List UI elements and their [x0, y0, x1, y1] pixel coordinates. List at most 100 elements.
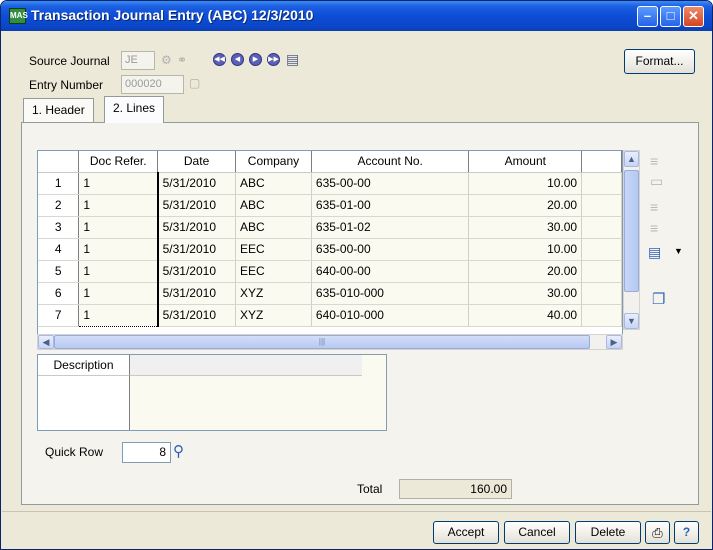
- doc-refer-cell[interactable]: 1: [78, 304, 159, 327]
- vertical-scroll-thumb[interactable]: [624, 170, 639, 292]
- first-record-icon[interactable]: ◀◀: [213, 53, 226, 66]
- doc-refer-cell[interactable]: 1: [78, 238, 159, 261]
- total-amount: 160.00: [399, 479, 512, 499]
- table-row[interactable]: 7 1 5/31/2010 XYZ 640-010-000 40.00: [38, 304, 622, 327]
- footer-separator: [2, 511, 711, 512]
- description-row-header: [38, 376, 130, 430]
- delete-row-icon: ▭: [650, 173, 664, 189]
- account-cell[interactable]: 640-010-000: [311, 304, 470, 327]
- accept-button[interactable]: Accept: [433, 521, 499, 544]
- amount-cell[interactable]: 30.00: [468, 216, 583, 239]
- column-header-company[interactable]: Company: [235, 151, 312, 173]
- date-cell[interactable]: 5/31/2010: [157, 216, 237, 239]
- amount-cell[interactable]: 20.00: [468, 194, 583, 217]
- doc-refer-cell[interactable]: 1: [78, 216, 159, 239]
- horizontal-scroll-thumb[interactable]: |||: [54, 335, 590, 349]
- table-row[interactable]: 5 1 5/31/2010 EEC 640-00-00 20.00: [38, 260, 622, 283]
- entry-lookup-icon: ▢: [189, 76, 201, 90]
- amount-cell[interactable]: 10.00: [468, 172, 583, 195]
- scroll-up-arrow-icon[interactable]: ▲: [624, 151, 639, 167]
- tab-header[interactable]: 1. Header: [23, 98, 94, 122]
- account-cell[interactable]: 635-01-00: [311, 194, 470, 217]
- description-header: Description: [38, 355, 130, 376]
- copy-icon[interactable]: ❐: [652, 290, 665, 308]
- table-row[interactable]: 3 1 5/31/2010 ABC 635-01-02 30.00: [38, 216, 622, 239]
- grid-vertical-scrollbar[interactable]: ▲ ▼: [623, 150, 640, 330]
- next-record-icon[interactable]: ▶: [249, 53, 262, 66]
- doc-refer-cell[interactable]: 1: [78, 260, 159, 283]
- lines-grid[interactable]: Doc Refer. Date Company Account No. Amou…: [37, 150, 623, 336]
- account-cell[interactable]: 635-010-000: [311, 282, 470, 305]
- scroll-left-arrow-icon[interactable]: ◀: [38, 335, 54, 349]
- date-cell[interactable]: 5/31/2010: [157, 238, 237, 261]
- quick-row-label: Quick Row: [45, 445, 104, 459]
- cancel-button[interactable]: Cancel: [504, 521, 570, 544]
- amount-cell[interactable]: 10.00: [468, 238, 583, 261]
- last-record-icon[interactable]: ▶▶: [267, 53, 280, 66]
- journal-search-icon: ⚭: [177, 53, 188, 67]
- company-cell[interactable]: XYZ: [235, 304, 312, 327]
- entry-number-field: 000020: [121, 75, 184, 94]
- account-cell[interactable]: 635-00-00: [311, 172, 470, 195]
- company-cell[interactable]: ABC: [235, 194, 312, 217]
- column-header-account-no[interactable]: Account No.: [311, 151, 470, 173]
- company-cell[interactable]: EEC: [235, 238, 312, 261]
- company-cell[interactable]: EEC: [235, 260, 312, 283]
- company-cell[interactable]: XYZ: [235, 282, 312, 305]
- date-cell[interactable]: 5/31/2010: [157, 172, 237, 195]
- table-row[interactable]: 6 1 5/31/2010 XYZ 635-010-000 30.00: [38, 282, 622, 305]
- total-label: Total: [357, 482, 383, 496]
- table-row[interactable]: 1 1 5/31/2010 ABC 635-00-00 10.00: [38, 172, 622, 195]
- help-icon[interactable]: ?: [674, 521, 699, 544]
- description-panel[interactable]: Description: [37, 354, 387, 431]
- row-number: 7: [38, 304, 80, 327]
- minimize-button[interactable]: –: [637, 6, 658, 27]
- chevron-down-icon[interactable]: ▼: [674, 246, 683, 256]
- account-cell[interactable]: 635-01-02: [311, 216, 470, 239]
- move-down-icon: ≡: [650, 220, 659, 236]
- extra-cell: [581, 216, 622, 239]
- delete-button[interactable]: Delete: [575, 521, 641, 544]
- column-header-amount[interactable]: Amount: [468, 151, 583, 173]
- print-icon[interactable]: ⎙: [645, 521, 670, 544]
- row-number: 4: [38, 238, 80, 261]
- scroll-down-arrow-icon[interactable]: ▼: [624, 313, 639, 329]
- amount-cell[interactable]: 20.00: [468, 260, 583, 283]
- doc-refer-cell[interactable]: 1: [78, 172, 159, 195]
- quick-row-input[interactable]: 8: [122, 442, 171, 463]
- window-title: Transaction Journal Entry (ABC) 12/3/201…: [31, 7, 314, 23]
- row-number: 2: [38, 194, 80, 217]
- company-cell[interactable]: ABC: [235, 172, 312, 195]
- table-row[interactable]: 4 1 5/31/2010 EEC 635-00-00 10.00: [38, 238, 622, 261]
- extra-cell: [581, 194, 622, 217]
- format-button[interactable]: Format...: [624, 49, 695, 74]
- date-cell[interactable]: 5/31/2010: [157, 194, 237, 217]
- company-cell[interactable]: ABC: [235, 216, 312, 239]
- previous-record-icon[interactable]: ◀: [231, 53, 244, 66]
- row-number: 1: [38, 172, 80, 195]
- extra-cell: [581, 238, 622, 261]
- table-row[interactable]: 2 1 5/31/2010 ABC 635-01-00 20.00: [38, 194, 622, 217]
- scroll-right-arrow-icon[interactable]: ▶: [606, 335, 622, 349]
- title-bar[interactable]: MAS Transaction Journal Entry (ABC) 12/3…: [1, 1, 712, 31]
- column-header-date[interactable]: Date: [157, 151, 237, 173]
- tab-lines[interactable]: 2. Lines: [104, 96, 165, 123]
- doc-refer-cell[interactable]: 1: [78, 282, 159, 305]
- date-cell[interactable]: 5/31/2010: [157, 260, 237, 283]
- amount-cell[interactable]: 40.00: [468, 304, 583, 327]
- record-list-icon[interactable]: ▤: [286, 51, 299, 68]
- close-button[interactable]: ✕: [683, 6, 704, 27]
- customize-grid-icon[interactable]: ▤: [648, 244, 661, 261]
- extra-cell: [581, 282, 622, 305]
- column-header-doc-refer[interactable]: Doc Refer.: [78, 151, 159, 173]
- account-cell[interactable]: 635-00-00: [311, 238, 470, 261]
- grid-horizontal-scrollbar[interactable]: ◀ ||| ▶: [37, 334, 623, 350]
- maximize-button[interactable]: □: [660, 6, 681, 27]
- extra-cell: [581, 304, 622, 327]
- doc-refer-cell[interactable]: 1: [78, 194, 159, 217]
- account-cell[interactable]: 640-00-00: [311, 260, 470, 283]
- quick-row-search-icon[interactable]: ⚲: [173, 442, 184, 460]
- date-cell[interactable]: 5/31/2010: [157, 282, 237, 305]
- date-cell[interactable]: 5/31/2010: [157, 304, 237, 327]
- amount-cell[interactable]: 30.00: [468, 282, 583, 305]
